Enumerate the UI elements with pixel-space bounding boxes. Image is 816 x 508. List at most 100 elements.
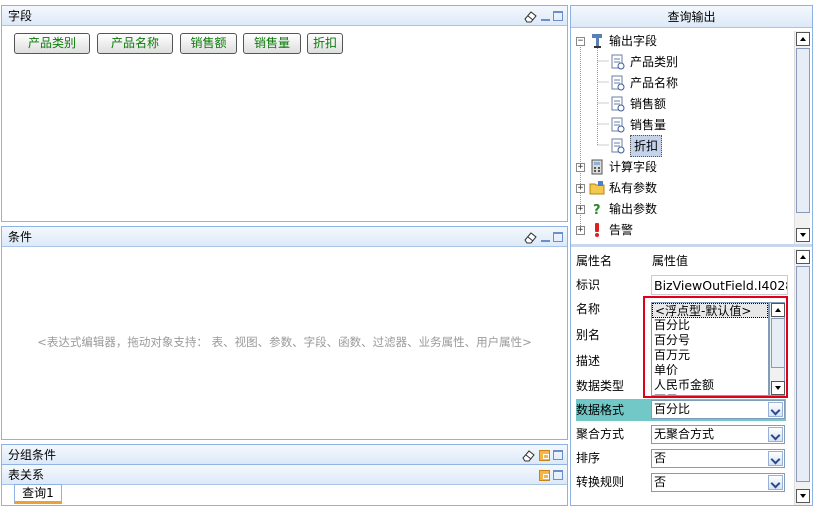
tree-label: 销售额 [630,97,667,111]
format-option[interactable]: <浮点型-默认值> [652,303,768,318]
format-option[interactable]: 单价 [652,363,768,378]
eraser-icon[interactable] [524,231,538,244]
tree-node-calc-fields[interactable]: + 计算字段 [576,157,657,177]
format-option[interactable]: 百万元 [652,348,768,363]
tree-node-output-params[interactable]: + ? 输出参数 [576,199,657,219]
aggregate-select-value: 无聚合方式 [654,427,715,441]
format-select-value: 百分比 [654,402,691,416]
maximize-icon[interactable] [553,470,563,480]
restore-icon[interactable] [539,449,550,461]
tree-label: 输出字段 [609,34,658,48]
field-button-sales-amount[interactable]: 销售额 [180,33,237,54]
group-panel: 分组条件 [1,444,568,465]
chevron-down-icon[interactable] [768,427,783,442]
query-tab[interactable]: 查询1 [14,484,62,504]
tree-label: 产品类别 [630,55,679,69]
prop-label-name: 名称 [576,302,601,316]
prop-label-desc: 描述 [576,354,601,368]
expression-editor-hint[interactable]: <表达式编辑器，拖动对象支持： 表、视图、参数、字段、函数、过滤器、业务属性、用… [1,334,568,350]
conditions-panel: 条件 [1,226,568,440]
dropdown-scrollbar[interactable] [769,302,785,396]
tree-node-field-selected[interactable]: 折扣 [610,135,663,157]
convert-select[interactable]: 否 [651,473,785,492]
fields-panel-tools [524,8,563,24]
field-icon [610,96,626,112]
scroll-thumb[interactable] [771,318,785,368]
splitter[interactable] [571,244,812,247]
properties-scrollbar[interactable] [794,249,810,505]
maximize-icon[interactable] [553,450,563,460]
svg-text:?: ? [593,203,601,217]
tree-node-field[interactable]: 销售量 [610,115,666,135]
question-icon: ? [589,201,605,217]
tree-node-field[interactable]: 销售额 [610,94,666,114]
minimize-icon[interactable] [541,18,550,21]
tree-label: 销售量 [630,118,667,132]
field-button-product-name[interactable]: 产品名称 [97,33,173,54]
field-icon [610,75,626,91]
tree-node-alarm[interactable]: + 告警 [576,220,633,240]
field-icon [610,117,626,133]
group-panel-title: 分组条件 [2,445,567,465]
format-select[interactable]: 百分比 [651,400,785,419]
query-output-title: 查询输出 [571,6,812,28]
format-option[interactable]: 万元 [652,393,768,395]
chevron-down-icon[interactable] [768,451,783,466]
expand-icon[interactable]: + [576,204,585,214]
scroll-thumb[interactable] [796,266,810,482]
format-option[interactable]: 人民币金额 [652,378,768,393]
format-option[interactable]: 百分比 [652,318,768,333]
field-icon [610,54,626,70]
convert-select-value: 否 [654,475,667,489]
tree-node-private-params[interactable]: + 私有参数 [576,178,657,198]
scroll-down-icon[interactable] [796,489,810,503]
expand-icon[interactable]: + [576,183,585,193]
scroll-up-icon[interactable] [771,303,785,317]
conditions-panel-title: 条件 [2,227,567,247]
field-button-sales-volume[interactable]: 销售量 [243,33,301,54]
prop-header-name: 属性名 [576,254,613,268]
prop-label-datatype: 数据类型 [576,379,625,393]
scroll-down-icon[interactable] [796,228,810,242]
format-option[interactable]: 百分号 [652,333,768,348]
prop-label-alias: 别名 [576,328,601,342]
eraser-icon[interactable] [522,449,536,462]
restore-icon[interactable] [539,469,550,481]
chevron-down-icon[interactable] [768,402,783,417]
prop-label-aggregate: 聚合方式 [576,427,625,441]
expand-icon[interactable]: + [576,225,585,235]
scroll-thumb[interactable] [796,48,810,213]
eraser-icon[interactable] [524,10,538,23]
tree-label: 输出参数 [609,202,658,216]
field-button-discount[interactable]: 折扣 [307,33,343,54]
scroll-up-icon[interactable] [796,32,810,46]
prop-header-value: 属性值 [652,254,689,268]
sort-select-value: 否 [654,451,667,465]
tree-label: 告警 [609,223,634,237]
maximize-icon[interactable] [553,232,563,242]
minimize-icon[interactable] [541,239,550,242]
sort-select[interactable]: 否 [651,449,785,468]
relation-panel-tools [539,467,563,483]
calculator-icon [589,159,605,175]
aggregate-select[interactable]: 无聚合方式 [651,425,785,444]
tree-scrollbar[interactable] [794,31,810,244]
folder-icon [589,180,605,196]
tree-node-field[interactable]: 产品名称 [610,73,678,93]
collapse-icon[interactable]: − [576,36,585,46]
prop-label-id: 标识 [576,278,601,292]
scroll-down-icon[interactable] [771,381,785,395]
prop-value-id[interactable]: BizViewOutField.I4028 [651,275,788,295]
format-dropdown-list[interactable]: <浮点型-默认值> 百分比 百分号 百万元 单价 人民币金额 万元 [651,302,769,396]
maximize-icon[interactable] [553,11,563,21]
tree-label: 产品名称 [630,76,679,90]
tree-label: 计算字段 [609,160,658,174]
field-button-product-category[interactable]: 产品类别 [14,33,90,54]
conditions-panel-tools [524,229,563,245]
tree-node-field[interactable]: 产品类别 [610,52,678,72]
prop-label-format: 数据格式 [576,403,625,417]
tree-node-output-fields[interactable]: − 输出字段 [576,31,657,51]
expand-icon[interactable]: + [576,162,585,172]
scroll-up-icon[interactable] [796,250,810,264]
chevron-down-icon[interactable] [768,475,783,490]
